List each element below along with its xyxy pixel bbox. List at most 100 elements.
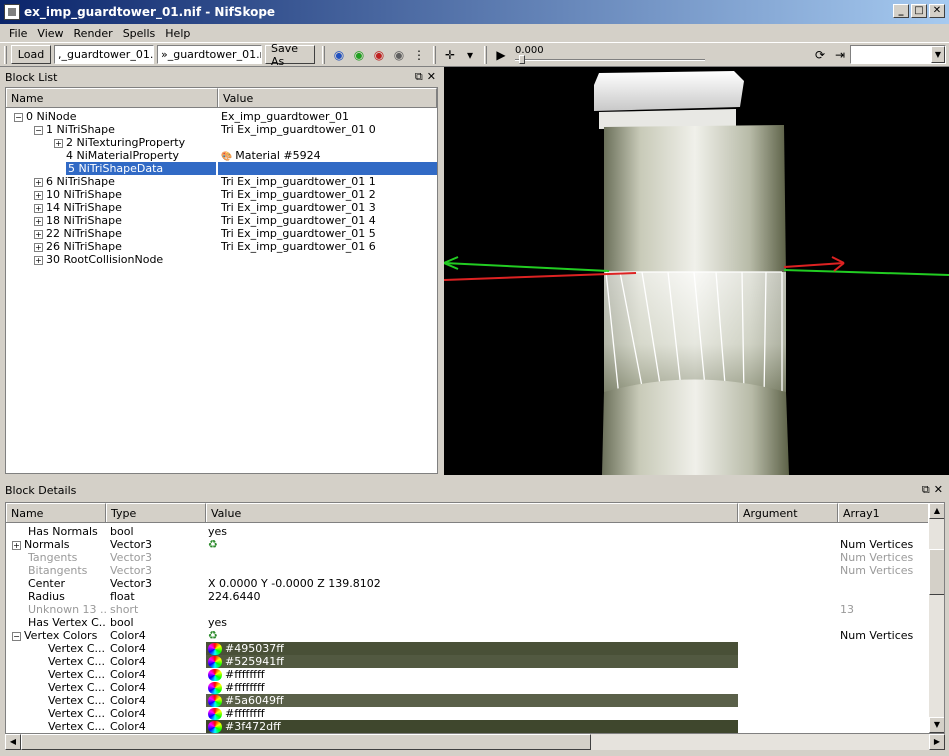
color-wheel-icon[interactable]: [208, 694, 222, 707]
details-row-value-cell[interactable]: [206, 564, 738, 577]
block-list-tree[interactable]: Name Value −0 NiNode Ex_imp_guardtower_01…: [5, 87, 438, 474]
details-row-value-cell[interactable]: #525941ff: [206, 655, 738, 668]
toolbar-grip[interactable]: [4, 45, 7, 64]
details-row-value-cell[interactable]: ♻: [206, 629, 738, 642]
menu-render[interactable]: Render: [69, 27, 118, 40]
tree-row[interactable]: 5 NiTriShapeData: [6, 162, 437, 175]
float-panel-icon[interactable]: ⧉: [415, 70, 423, 84]
details-row[interactable]: Vertex C... Color4 #525941ff: [6, 655, 944, 668]
maximize-button[interactable]: □: [911, 4, 927, 18]
expand-icon[interactable]: +: [34, 203, 43, 213]
color-wheel-icon[interactable]: [208, 720, 222, 733]
color-wheel-icon[interactable]: [208, 642, 222, 655]
tree-row[interactable]: +30 RootCollisionNode: [6, 253, 437, 266]
expand-icon[interactable]: +: [54, 138, 63, 148]
expand-icon[interactable]: +: [34, 216, 43, 226]
details-row[interactable]: Vertex C... Color4 #5a6049ff: [6, 694, 944, 707]
expand-icon[interactable]: +: [34, 242, 43, 252]
save-path-field[interactable]: »_guardtower_01.nif: [157, 45, 262, 64]
tree-row[interactable]: +6 NiTriShape Tri Ex_imp_guardtower_01 1: [6, 175, 437, 188]
menu-file[interactable]: File: [4, 27, 32, 40]
horizontal-scroll-thumb[interactable]: [21, 734, 591, 750]
tree-row[interactable]: −1 NiTriShape Tri Ex_imp_guardtower_01 0: [6, 123, 437, 136]
details-row[interactable]: Tangents Vector3 Num Vertices: [6, 551, 944, 564]
details-row[interactable]: Bitangents Vector3 Num Vertices: [6, 564, 944, 577]
expand-icon[interactable]: +: [34, 190, 43, 200]
minimize-button[interactable]: _: [893, 4, 909, 18]
details-row-value-cell[interactable]: #ffffffff: [206, 707, 738, 720]
scroll-left-icon[interactable]: ◀: [5, 734, 21, 750]
walk-icon[interactable]: ⋮: [409, 45, 429, 65]
collapse-icon[interactable]: −: [12, 631, 21, 641]
expand-icon[interactable]: +: [34, 177, 43, 187]
details-row[interactable]: Vertex C... Color4 #3f472dff: [6, 720, 944, 733]
details-row[interactable]: Vertex C... Color4 #ffffffff: [6, 681, 944, 694]
collapse-icon[interactable]: −: [14, 112, 23, 122]
save-as-button[interactable]: Save As: [265, 42, 315, 68]
dropdown-arrow-icon[interactable]: ▾: [460, 45, 480, 65]
animation-select[interactable]: ▼: [850, 45, 946, 64]
3d-viewport[interactable]: [444, 67, 949, 475]
details-row-value-cell[interactable]: [206, 603, 738, 616]
time-slider[interactable]: 0.000: [511, 45, 711, 65]
details-row-value-cell[interactable]: yes: [206, 616, 738, 629]
menu-help[interactable]: Help: [160, 27, 195, 40]
load-button[interactable]: Load: [11, 45, 51, 64]
column-header-name[interactable]: Name: [6, 503, 106, 522]
tree-row[interactable]: +18 NiTriShape Tri Ex_imp_guardtower_01 4: [6, 214, 437, 227]
collapse-icon[interactable]: −: [34, 125, 43, 135]
play-icon[interactable]: ▶: [491, 45, 511, 65]
view-grey-eye-icon[interactable]: ◉: [389, 45, 409, 65]
loop-icon[interactable]: ⟳: [810, 45, 830, 65]
column-header-value[interactable]: Value: [218, 88, 437, 107]
details-row-value-cell[interactable]: #ffffffff: [206, 681, 738, 694]
tree-row[interactable]: 4 NiMaterialProperty 🎨 Material #5924: [6, 149, 437, 162]
details-row[interactable]: + Normals Vector3 ♻ Num Vertices: [6, 538, 944, 551]
color-wheel-icon[interactable]: [208, 655, 222, 668]
expand-icon[interactable]: +: [34, 255, 43, 265]
tree-row[interactable]: +2 NiTexturingProperty: [6, 136, 437, 149]
tree-row[interactable]: −0 NiNode Ex_imp_guardtower_01: [6, 110, 437, 123]
details-row[interactable]: Vertex C... Color4 #ffffffff: [6, 707, 944, 720]
details-row[interactable]: Vertex C... Color4 #ffffffff: [6, 668, 944, 681]
scroll-up-icon[interactable]: ▲: [929, 503, 944, 519]
axes-icon[interactable]: ✛: [440, 45, 460, 65]
menu-view[interactable]: View: [32, 27, 68, 40]
view-green-eye-icon[interactable]: ◉: [349, 45, 369, 65]
details-row-value-cell[interactable]: yes: [206, 525, 738, 538]
column-header-value[interactable]: Value: [206, 503, 738, 522]
close-button[interactable]: ✕: [929, 4, 945, 18]
close-panel-icon[interactable]: ✕: [934, 483, 943, 497]
tree-row[interactable]: +14 NiTriShape Tri Ex_imp_guardtower_01 3: [6, 201, 437, 214]
block-details-table[interactable]: Name Type Value Argument Array1 Has Norm…: [5, 502, 945, 734]
details-row-value-cell[interactable]: 224.6440: [206, 590, 738, 603]
details-row-value-cell[interactable]: ♻: [206, 538, 738, 551]
column-header-name[interactable]: Name: [6, 88, 218, 107]
details-row-value-cell[interactable]: [206, 551, 738, 564]
toolbar-grip-2[interactable]: [322, 45, 325, 64]
expand-icon[interactable]: +: [12, 540, 21, 550]
details-row-value-cell[interactable]: X 0.0000 Y -0.0000 Z 139.8102: [206, 577, 738, 590]
color-wheel-icon[interactable]: [208, 707, 222, 720]
column-header-argument[interactable]: Argument: [738, 503, 838, 522]
expand-icon[interactable]: +: [34, 229, 43, 239]
details-row[interactable]: Radius float 224.6440: [6, 590, 944, 603]
float-panel-icon[interactable]: ⧉: [922, 483, 930, 497]
details-row[interactable]: Vertex C... Color4 #495037ff: [6, 642, 944, 655]
tree-row[interactable]: +26 NiTriShape Tri Ex_imp_guardtower_01 6: [6, 240, 437, 253]
view-blue-eye-icon[interactable]: ◉: [329, 45, 349, 65]
update-array-icon[interactable]: ♻: [208, 538, 218, 551]
details-row[interactable]: Unknown 13 ... short 13: [6, 603, 944, 616]
details-row-value-cell[interactable]: #5a6049ff: [206, 694, 738, 707]
toolbar-grip-4[interactable]: [484, 45, 487, 64]
color-wheel-icon[interactable]: [208, 681, 222, 694]
switch-icon[interactable]: ⇥: [830, 45, 850, 65]
tree-row[interactable]: +10 NiTriShape Tri Ex_imp_guardtower_01 2: [6, 188, 437, 201]
details-row-value-cell[interactable]: #3f472dff: [206, 720, 738, 733]
view-red-eye-icon[interactable]: ◉: [369, 45, 389, 65]
close-panel-icon[interactable]: ✕: [427, 70, 436, 84]
update-array-icon[interactable]: ♻: [208, 629, 218, 642]
scroll-right-icon[interactable]: ▶: [929, 734, 945, 750]
details-horizontal-scrollbar[interactable]: ◀ ▶: [5, 734, 945, 750]
scroll-down-icon[interactable]: ▼: [929, 717, 944, 733]
